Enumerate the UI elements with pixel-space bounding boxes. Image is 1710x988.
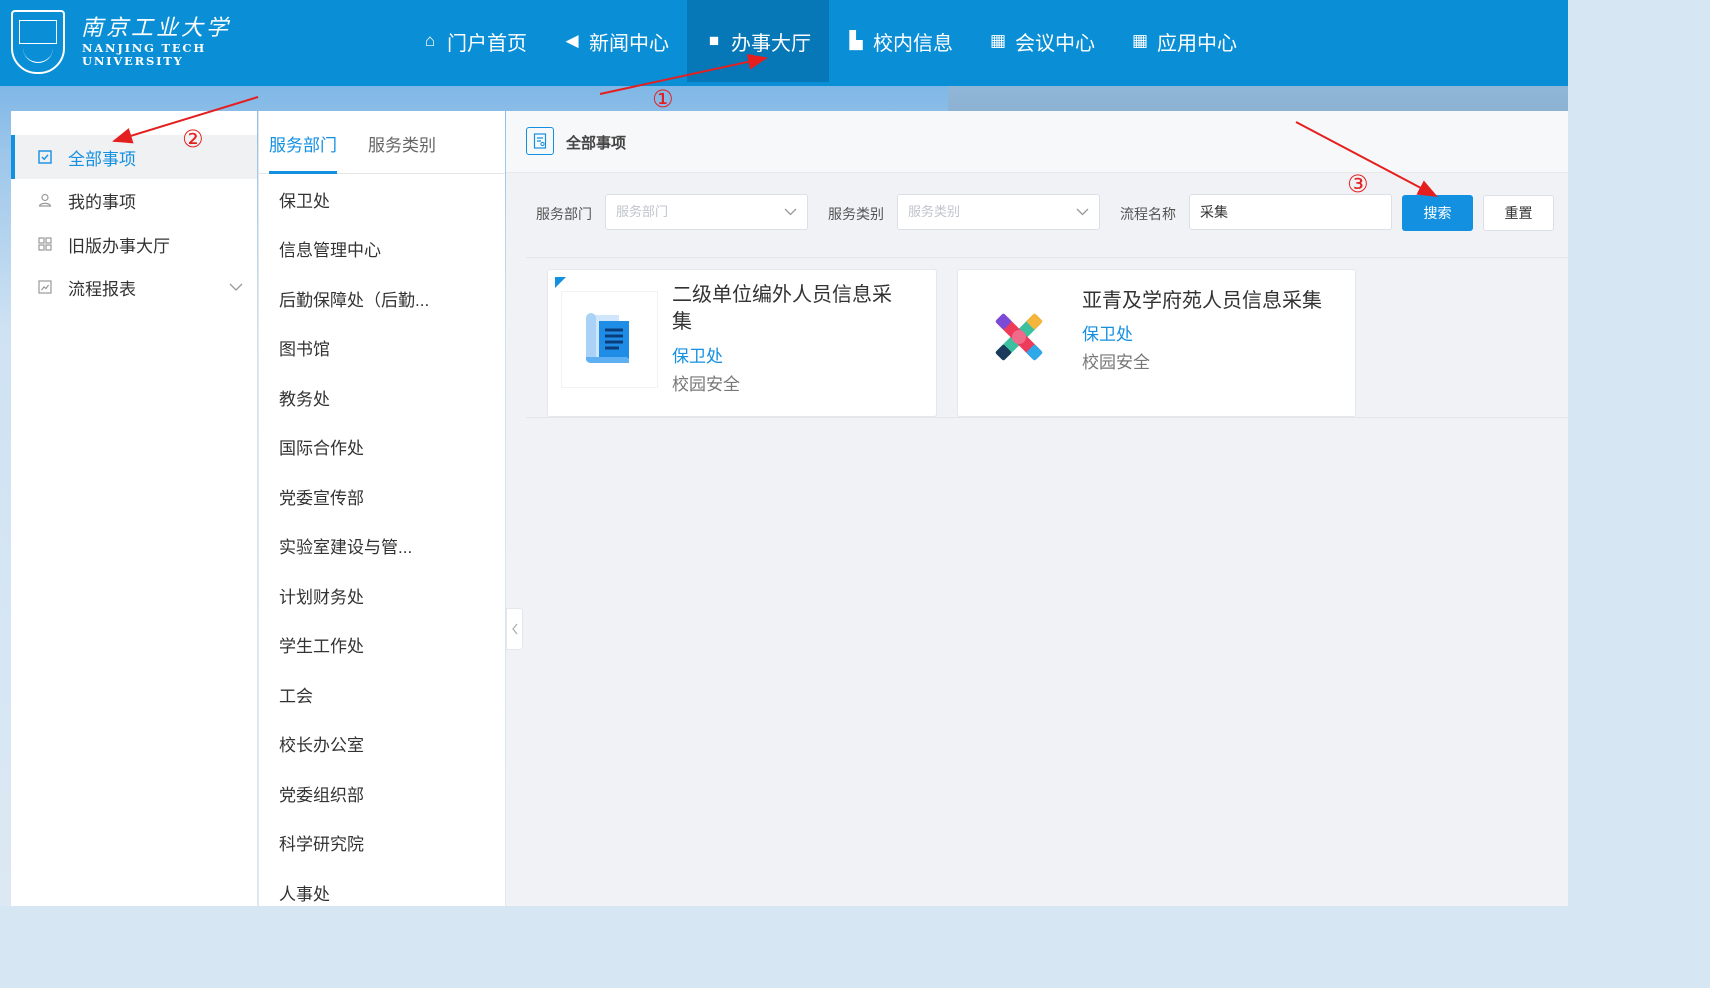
dept-list-item[interactable]: 保卫处 (279, 187, 489, 212)
category-select[interactable]: 服务类别 (897, 194, 1100, 230)
tab-service-category[interactable]: 服务类别 (368, 131, 436, 156)
apps-icon (37, 236, 53, 252)
department-panel: 服务部门 服务类别 保卫处 信息管理中心 后勤保障处（后勤... 图书馆 教务处… (258, 111, 505, 906)
checkbox-icon (37, 149, 53, 165)
page-title: 全部事项 (566, 135, 627, 152)
sidebar-item-old-service-hall[interactable]: 旧版办事大厅 (11, 222, 257, 266)
dept-list-item[interactable]: 人事处 (279, 880, 489, 905)
sidebar-item-all-items[interactable]: 全部事项 (11, 135, 257, 179)
card-title: 亚青及学府苑人员信息采集 (1082, 290, 1322, 312)
dept-list-item[interactable]: 教务处 (279, 385, 489, 410)
card-dept: 保卫处 (1082, 325, 1133, 344)
logo-chinese-name: 南京工业大学 (81, 16, 232, 41)
card-category: 校园安全 (672, 375, 740, 394)
sidebar-item-process-reports[interactable]: 流程报表 (11, 265, 257, 309)
main-header: 全部事项 (506, 111, 1568, 173)
sidebar-item-my-items[interactable]: 我的事项 (11, 178, 257, 222)
logo-english-name: NANJING TECH UNIVERSITY (82, 41, 207, 68)
main-nav: ⌂ 门户首页 ◀ 新闻中心 ■ 办事大厅 ▙ 校内信息 ▦ 会议中心 ▦ 应用中… (403, 0, 1255, 86)
home-icon: ⌂ (424, 31, 436, 50)
annotation-number-3: ③ (1347, 171, 1369, 198)
collapse-panel-button[interactable] (506, 608, 523, 650)
dept-tabs: 服务部门 服务类别 (259, 111, 505, 174)
annotation-number-1: ① (652, 86, 674, 113)
dept-list-item[interactable]: 后勤保障处（后勤... (279, 286, 489, 311)
process-name-input[interactable]: 采集 (1189, 194, 1392, 230)
document-icon (526, 127, 554, 155)
dept-list-item[interactable]: 科学研究院 (279, 830, 489, 855)
chevron-down-icon[interactable] (229, 279, 243, 295)
filter-dept-label: 服务部门 (536, 206, 592, 222)
dept-list-item[interactable]: 计划财务处 (279, 583, 489, 608)
crossed-pens-icon (971, 289, 1068, 386)
top-header: 南京工业大学 NANJING TECH UNIVERSITY ⌂ 门户首页 ◀ … (0, 0, 1568, 86)
tab-service-department[interactable]: 服务部门 (269, 131, 337, 156)
result-card[interactable]: 亚青及学府苑人员信息采集 保卫处 校园安全 (957, 269, 1356, 417)
nav-meeting-center[interactable]: ▦ 会议中心 (971, 0, 1113, 82)
dept-list-item[interactable]: 学生工作处 (279, 632, 489, 657)
nav-campus-info[interactable]: ▙ 校内信息 (829, 0, 971, 82)
chart-icon (37, 279, 53, 295)
nav-news-center[interactable]: ◀ 新闻中心 (545, 0, 687, 82)
filter-name-label: 流程名称 (1120, 206, 1176, 222)
dept-list-item[interactable]: 党委宣传部 (279, 484, 489, 509)
chevron-down-icon (784, 195, 797, 242)
document-scroll-icon (561, 291, 658, 388)
card-category: 校园安全 (1082, 353, 1150, 372)
main-content: 全部事项 服务部门 服务部门 服务类别 服务类别 流程名称 采集 搜索 重置 二… (506, 111, 1568, 906)
table-icon: ▦ (989, 31, 1007, 50)
card-title: 二级单位编外人员信息采 集 (672, 284, 892, 333)
result-card[interactable]: 二级单位编外人员信息采 集 保卫处 校园安全 (547, 269, 937, 417)
annotation-number-2: ② (182, 126, 204, 153)
active-tab-indicator (269, 171, 337, 174)
chevron-down-icon (1076, 195, 1089, 242)
card-dept: 保卫处 (672, 347, 723, 366)
grid-icon: ▦ (1131, 31, 1149, 50)
nav-service-hall[interactable]: ■ 办事大厅 (687, 0, 829, 82)
speaker-icon: ◀ (565, 31, 579, 50)
dept-list-item[interactable]: 实验室建设与管... (279, 533, 489, 558)
dept-list-item[interactable]: 国际合作处 (279, 434, 489, 459)
dept-list-item[interactable]: 信息管理中心 (279, 236, 489, 261)
nav-app-center[interactable]: ▦ 应用中心 (1113, 0, 1255, 82)
dept-list-item[interactable]: 图书馆 (279, 335, 489, 360)
university-logo-icon[interactable] (11, 10, 65, 74)
search-button[interactable]: 搜索 (1402, 195, 1473, 231)
dept-list-item[interactable]: 校长办公室 (279, 731, 489, 756)
card-corner-marker (555, 277, 566, 288)
briefcase-icon: ■ (708, 31, 720, 50)
nav-portal-home[interactable]: ⌂ 门户首页 (403, 0, 545, 82)
filter-category-label: 服务类别 (828, 206, 884, 222)
dept-select[interactable]: 服务部门 (605, 194, 808, 230)
user-icon (37, 192, 53, 208)
background-buildings (948, 86, 1568, 112)
dept-list-item[interactable]: 党委组织部 (279, 781, 489, 806)
left-sidebar: 全部事项 我的事项 旧版办事大厅 流程报表 (11, 111, 257, 906)
building-icon: ▙ (849, 31, 863, 50)
dept-list-item[interactable]: 工会 (279, 682, 489, 707)
reset-button[interactable]: 重置 (1483, 195, 1554, 231)
